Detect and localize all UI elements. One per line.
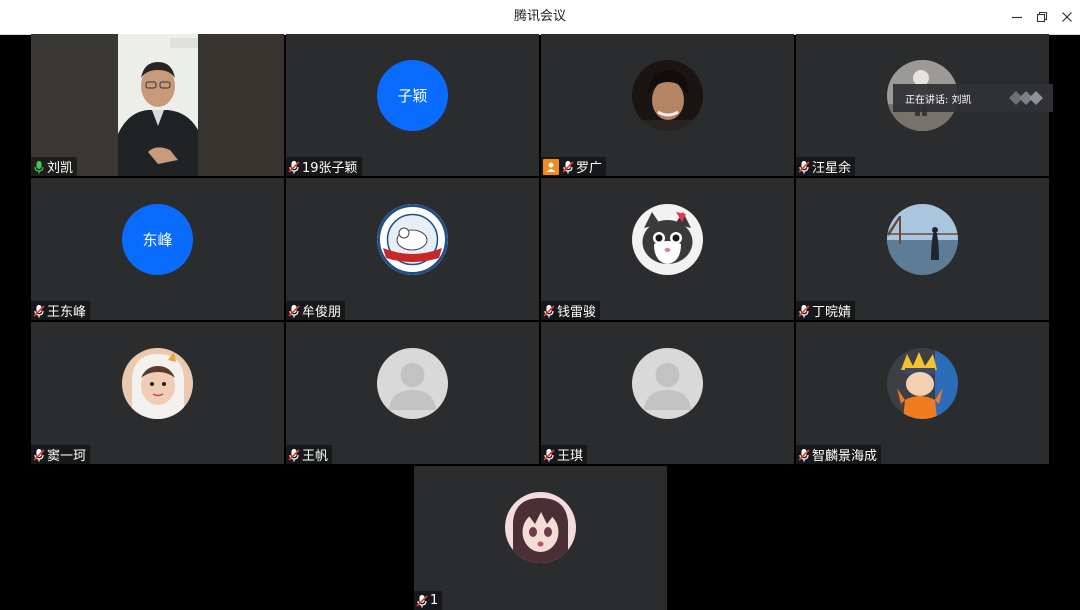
participant-tile[interactable]: 东峰 王东峰	[31, 178, 284, 320]
mic-muted-icon	[288, 448, 300, 461]
mic-muted-icon	[33, 304, 45, 317]
participant-name: 钱雷骏	[557, 305, 597, 320]
participant-tile[interactable]: 丁晥婧	[796, 178, 1049, 320]
participant-tile[interactable]: 窦一珂	[31, 322, 284, 464]
participant-namebar: 王琪	[541, 445, 588, 464]
participant-name: 王帆	[302, 449, 329, 464]
participant-name: 汪星余	[812, 161, 852, 176]
mic-muted-icon	[543, 304, 555, 317]
participant-name: 刘凯	[47, 161, 74, 176]
participant-name: 王琪	[557, 449, 584, 464]
close-button[interactable]	[1056, 6, 1078, 28]
cat-icon	[632, 204, 703, 275]
participant-namebar: 丁晥婧	[796, 301, 856, 320]
man-portrait-icon	[632, 60, 703, 131]
ninja-icon	[887, 348, 958, 419]
participant-namebar: 刘凯	[31, 157, 78, 176]
default-user-icon	[377, 348, 448, 419]
minimize-button[interactable]	[1006, 6, 1028, 28]
participant-tile[interactable]: 王琪	[541, 322, 794, 464]
participant-video	[118, 34, 198, 176]
participant-namebar: 罗广	[541, 157, 607, 176]
mic-muted-icon	[288, 160, 300, 173]
mic-muted-icon	[798, 448, 810, 461]
participant-tile[interactable]: 罗广	[541, 34, 794, 176]
photo-avatar	[632, 60, 703, 131]
participant-grid: 刘凯 子颖 19张子颖 罗广 汪星余 东峰 王东峰 牟俊朋 钱雷骏 丁晥婧 窦一…	[0, 34, 1080, 610]
title-bar: 腾讯会议	[0, 0, 1080, 35]
mic-muted-icon	[562, 160, 574, 173]
participant-namebar: 智麟景海成	[796, 445, 882, 464]
participant-namebar: 窦一珂	[31, 445, 91, 464]
participant-namebar: 王东峰	[31, 301, 91, 320]
mic-muted-icon	[798, 304, 810, 317]
video-background	[198, 34, 284, 176]
participant-name: 丁晥婧	[812, 305, 852, 320]
participant-tile[interactable]: 牟俊朋	[286, 178, 539, 320]
participant-name: 牟俊朋	[302, 305, 342, 320]
participant-namebar: 钱雷骏	[541, 301, 601, 320]
participant-tile[interactable]: 钱雷骏	[541, 178, 794, 320]
default-avatar	[632, 348, 703, 419]
mic-muted-icon	[288, 304, 300, 317]
anime-girl-icon	[505, 492, 576, 563]
participant-name: 19张子颖	[302, 161, 358, 176]
participant-namebar: 1	[414, 591, 443, 610]
restore-icon	[1036, 11, 1048, 23]
mic-muted-icon	[416, 594, 428, 607]
mic-muted-icon	[543, 448, 555, 461]
emblem-icon	[377, 204, 448, 275]
window-title: 腾讯会议	[513, 9, 566, 24]
text-avatar: 子颖	[377, 60, 448, 131]
person-video-icon	[118, 34, 198, 176]
participant-tile[interactable]: 1	[414, 466, 667, 610]
mic-muted-icon	[798, 160, 810, 173]
default-user-icon	[632, 348, 703, 419]
tencent-meeting-logo-icon	[1009, 91, 1043, 105]
girl-photo-icon	[122, 348, 193, 419]
video-background	[31, 34, 118, 176]
bridge-photo-icon	[887, 204, 958, 275]
minimize-icon	[1012, 16, 1022, 19]
text-avatar: 东峰	[122, 204, 193, 275]
default-avatar	[377, 348, 448, 419]
mic-muted-icon	[33, 448, 45, 461]
photo-avatar	[377, 204, 448, 275]
participant-name: 1	[430, 593, 439, 608]
mic-on-icon	[34, 160, 44, 173]
participant-tile[interactable]: 王帆	[286, 322, 539, 464]
participant-name: 窦一珂	[47, 449, 87, 464]
speaking-indicator: 正在讲话: 刘凯	[893, 84, 1053, 112]
participant-namebar: 19张子颖	[286, 157, 362, 176]
participant-name: 罗广	[576, 161, 603, 176]
photo-avatar	[887, 348, 958, 419]
photo-avatar	[887, 204, 958, 275]
restore-button[interactable]	[1031, 6, 1053, 28]
participant-name: 智麟景海成	[812, 449, 878, 464]
speaking-text: 正在讲话: 刘凯	[905, 94, 972, 106]
participant-namebar: 牟俊朋	[286, 301, 346, 320]
participant-tile[interactable]: 智麟景海成	[796, 322, 1049, 464]
photo-avatar	[122, 348, 193, 419]
photo-avatar	[505, 492, 576, 563]
close-icon	[1062, 12, 1072, 22]
participant-namebar: 王帆	[286, 445, 333, 464]
camera-badge-icon	[543, 158, 559, 175]
participant-name: 王东峰	[47, 305, 87, 320]
participant-tile[interactable]: 刘凯	[31, 34, 284, 176]
participant-tile[interactable]: 子颖 19张子颖	[286, 34, 539, 176]
photo-avatar	[632, 204, 703, 275]
participant-namebar: 汪星余	[796, 157, 856, 176]
